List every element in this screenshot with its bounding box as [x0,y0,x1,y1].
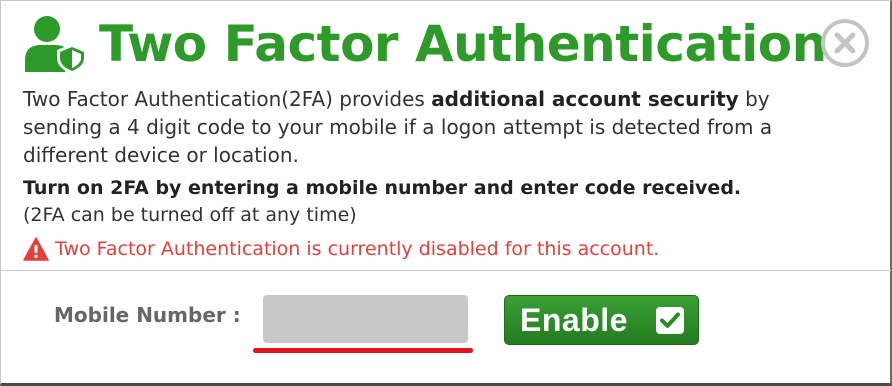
dialog-header: Two Factor Authentication [23,11,827,77]
status-warning: Two Factor Authentication is currently d… [23,236,659,262]
enable-button[interactable]: Enable [504,295,699,345]
input-highlight-underline [253,348,473,353]
divider [1,270,891,271]
mobile-number-input[interactable] [263,295,468,343]
description-emphasis: additional account security [431,87,739,111]
instruction-text: Turn on 2FA by entering a mobile number … [23,177,742,199]
warning-triangle-icon [23,237,49,261]
instructions: Turn on 2FA by entering a mobile number … [23,175,843,229]
close-button[interactable] [820,18,870,68]
two-factor-dialog: Two Factor Authentication Two Factor Aut… [0,0,892,386]
warning-text: Two Factor Authentication is currently d… [55,238,660,260]
page-title: Two Factor Authentication [99,15,827,73]
description-text: Two Factor Authentication(2FA) provides … [23,85,843,169]
close-circle-icon [821,19,869,67]
checkbox-check-icon [656,307,684,334]
note-text: (2FA can be turned off at any time) [23,204,357,226]
mobile-number-label: Mobile Number : [54,303,241,327]
enable-button-label: Enable [520,302,628,338]
description-intro: Two Factor Authentication(2FA) provides [23,87,432,111]
user-shield-icon [23,14,89,74]
